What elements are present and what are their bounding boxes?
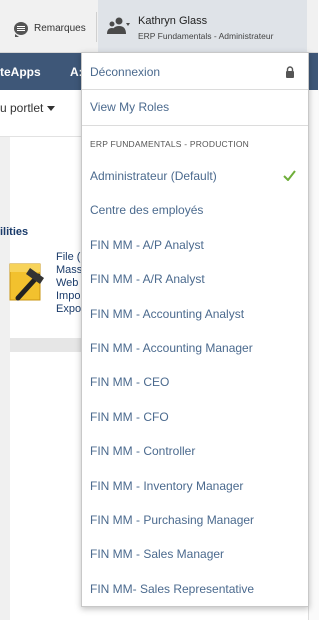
- role-label: FIN MM - Inventory Manager: [90, 479, 244, 493]
- user-dropdown-menu: Déconnexion View My Roles ERP FUNDAMENTA…: [81, 52, 309, 607]
- role-label: FIN MM - A/P Analyst: [90, 238, 204, 252]
- menu-section-header: ERP FUNDAMENTALS - PRODUCTION: [90, 139, 249, 149]
- role-label: FIN MM - A/R Analyst: [90, 272, 205, 286]
- role-label: FIN MM - Accounting Analyst: [90, 307, 245, 321]
- portlet-footer: [10, 338, 81, 352]
- role-label: FIN MM - CFO: [90, 410, 169, 424]
- role-label: FIN MM - CEO: [90, 375, 170, 389]
- role-menu-item[interactable]: FIN MM - Purchasing Manager: [82, 503, 308, 537]
- add-portlet-menu[interactable]: u portlet: [0, 101, 56, 115]
- role-menu-item[interactable]: FIN MM - Inventory Manager: [82, 469, 308, 503]
- content-left-gutter: [0, 137, 10, 620]
- role-label: Administrateur (Default): [90, 169, 217, 183]
- role-menu-item[interactable]: FIN MM- Sales Representative: [82, 572, 308, 606]
- role-label: FIN MM - Controller: [90, 444, 196, 458]
- users-icon: [107, 17, 130, 34]
- header-bar: Remarques Kathryn Glass ERP Fundamentals…: [0, 0, 318, 53]
- role-menu-item[interactable]: FIN MM - Accounting Analyst: [82, 297, 308, 331]
- role-menu-item[interactable]: FIN MM - CFO: [82, 400, 308, 434]
- tool-link[interactable]: Mass: [56, 264, 82, 277]
- tool-link[interactable]: Impo: [56, 290, 82, 303]
- lock-icon: [286, 66, 294, 78]
- user-name: Kathryn Glass: [138, 15, 208, 27]
- divider: [0, 136, 81, 137]
- tool-link[interactable]: Expo: [56, 303, 82, 316]
- tool-link[interactable]: File (: [56, 251, 82, 264]
- checkmark-icon: [283, 170, 296, 181]
- portlet-label: u portlet: [0, 101, 44, 115]
- role-menu-item[interactable]: Centre des employés: [82, 193, 308, 227]
- user-role: ERP Fundamentals - Administrateur: [138, 31, 274, 41]
- content-right-gutter: [308, 90, 319, 620]
- nav-item-apps[interactable]: teApps: [0, 65, 41, 79]
- role-label: FIN MM - Sales Manager: [90, 547, 225, 561]
- user-menu-toggle[interactable]: Kathryn Glass ERP Fundamentals - Adminis…: [98, 0, 307, 52]
- header-divider: [96, 12, 97, 42]
- chat-bubble-icon: [14, 21, 28, 37]
- role-menu-item[interactable]: FIN MM - A/R Analyst: [82, 262, 308, 296]
- role-label: FIN MM - Purchasing Manager: [90, 513, 255, 527]
- main-nav-bar: teApps A:: [0, 53, 83, 90]
- view-roles-label: View My Roles: [90, 100, 170, 114]
- role-menu-item[interactable]: FIN MM - A/P Analyst: [82, 228, 308, 262]
- role-label: FIN MM- Sales Representative: [90, 582, 255, 596]
- portlet-title: ilities: [0, 226, 29, 238]
- caret-down-icon: [47, 106, 56, 112]
- role-menu-item[interactable]: FIN MM - Accounting Manager: [82, 331, 308, 365]
- remarques-label: Remarques: [34, 22, 86, 34]
- role-menu-item[interactable]: FIN MM - CEO: [82, 365, 308, 399]
- role-label: FIN MM - Accounting Manager: [90, 341, 253, 355]
- remarques-button[interactable]: Remarques: [14, 20, 86, 37]
- logout-label: Déconnexion: [90, 65, 161, 79]
- role-menu-item[interactable]: FIN MM - Sales Manager: [82, 537, 308, 571]
- role-label: Centre des employés: [90, 203, 204, 217]
- menu-divider: [82, 125, 308, 126]
- role-menu-item-active[interactable]: Administrateur (Default): [82, 159, 308, 193]
- tool-link-list: File ( Mass Web Impo Expo: [56, 251, 82, 316]
- nav-bar-right: [308, 53, 318, 90]
- logout-menu-item[interactable]: Déconnexion: [82, 55, 308, 89]
- tools-icon: [9, 263, 44, 301]
- tool-link[interactable]: Web: [56, 277, 82, 290]
- view-my-roles-menu-item[interactable]: View My Roles: [82, 90, 308, 124]
- role-menu-item[interactable]: FIN MM - Controller: [82, 434, 308, 468]
